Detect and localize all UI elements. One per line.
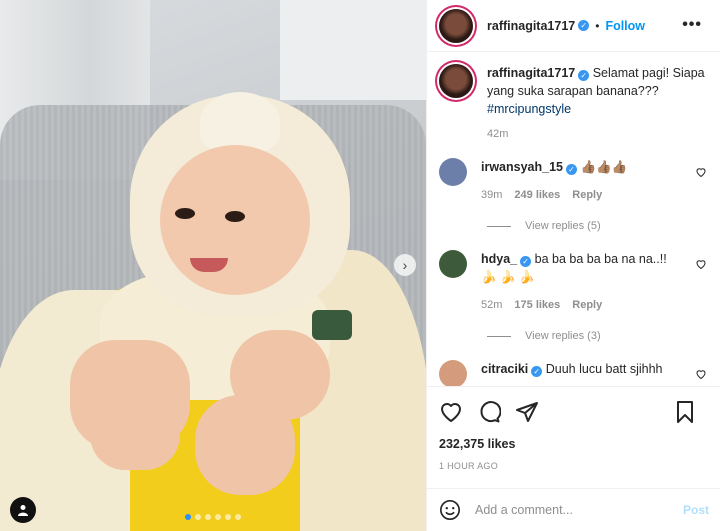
- post-header: raffinagita1717 ✓ • Follow •••: [427, 0, 720, 52]
- view-replies-button[interactable]: View replies (5): [487, 220, 709, 232]
- caption-text-block: raffinagita1717 ✓ Selamat pagi! Siapa yan…: [487, 64, 709, 118]
- baby-eye-left: [175, 208, 195, 219]
- comment-like-icon[interactable]: [695, 166, 707, 178]
- post-photo[interactable]: ›: [0, 0, 426, 531]
- verified-icon: ✓: [520, 256, 532, 267]
- commenter-username[interactable]: citraciki: [481, 362, 528, 376]
- bookmark-icon[interactable]: [673, 400, 697, 424]
- add-comment-bar: Post: [427, 488, 720, 531]
- commenter-avatar[interactable]: [439, 360, 467, 386]
- more-options-icon[interactable]: •••: [682, 16, 702, 34]
- comment-icon[interactable]: [477, 400, 501, 424]
- comment-likes[interactable]: 175 likes: [514, 296, 560, 314]
- baby-eye-right: [225, 211, 245, 222]
- comment-item: citraciki ✓ Duuh lucu batt sjihhh: [439, 360, 709, 386]
- caption-time: 42m: [487, 128, 509, 140]
- verified-icon: ✓: [566, 164, 577, 175]
- caption-username[interactable]: raffinagita1717: [487, 66, 575, 80]
- like-count[interactable]: 232,375 likes: [439, 437, 709, 451]
- comment-like-icon[interactable]: [695, 368, 707, 380]
- view-replies-button[interactable]: View replies (3): [487, 330, 709, 342]
- carousel-dot: [195, 514, 201, 520]
- commenter-avatar[interactable]: [439, 158, 467, 186]
- post-comment-button[interactable]: Post: [683, 503, 709, 517]
- share-icon[interactable]: [515, 400, 539, 424]
- background-window: [280, 0, 426, 100]
- post-actions: 232,375 likes 1 HOUR AGO: [427, 386, 720, 471]
- comment-time: 52m: [481, 299, 503, 311]
- baby-arm-right: [230, 330, 330, 420]
- commenter-username[interactable]: irwansyah_15: [481, 160, 563, 174]
- caption-avatar[interactable]: [439, 64, 473, 98]
- comment-item: irwansyah_15 ✓ 👍🏽👍🏽👍🏽 39m 249 likes Reply: [439, 158, 709, 204]
- carousel-dot: [235, 514, 241, 520]
- comment-likes[interactable]: 249 likes: [514, 186, 560, 204]
- post-sidebar: raffinagita1717 ✓ • Follow ••• raffinagi…: [426, 0, 720, 531]
- carousel-dot: [225, 514, 231, 520]
- heart-icon[interactable]: [439, 400, 463, 424]
- header-separator: •: [595, 18, 600, 33]
- action-icons: [439, 387, 709, 437]
- carousel-dot: [215, 514, 221, 520]
- comment-like-icon[interactable]: [695, 258, 707, 270]
- carousel-dots: [0, 514, 426, 520]
- follow-button[interactable]: Follow: [605, 19, 645, 33]
- commenter-username[interactable]: hdya_: [481, 252, 517, 266]
- comments-list[interactable]: raffinagita1717 ✓ Selamat pagi! Siapa yan…: [427, 52, 720, 386]
- verified-icon: ✓: [531, 366, 543, 377]
- reply-button[interactable]: Reply: [572, 296, 602, 314]
- next-photo-button[interactable]: ›: [394, 254, 416, 276]
- carousel-dot: [185, 514, 191, 520]
- emoji-icon[interactable]: [439, 499, 461, 521]
- hashtag-link[interactable]: #mrcipungstyle: [487, 102, 571, 116]
- comment-text: 👍🏽👍🏽👍🏽: [580, 160, 628, 174]
- reply-button[interactable]: Reply: [572, 186, 602, 204]
- commenter-avatar[interactable]: [439, 250, 467, 278]
- banana-hood-tip: [200, 92, 280, 152]
- carousel-dot: [205, 514, 211, 520]
- green-shirt: [312, 310, 352, 340]
- comment-item: hdya_ ✓ ba ba ba ba ba na na..!! 🍌 🍌 🍌 52…: [439, 250, 709, 314]
- author-username[interactable]: raffinagita1717: [487, 19, 575, 33]
- verified-icon: ✓: [578, 20, 590, 31]
- author-avatar[interactable]: [439, 8, 473, 43]
- comment-meta: 52m 175 likes Reply: [481, 296, 681, 314]
- comment-meta: 39m 249 likes Reply: [481, 186, 681, 204]
- post-timestamp: 1 HOUR AGO: [439, 461, 499, 471]
- comment-time: 39m: [481, 189, 503, 201]
- comment-input[interactable]: [475, 503, 665, 517]
- baby-hand-left: [90, 400, 180, 470]
- comment-text: Duuh lucu batt sjihhh: [545, 362, 663, 376]
- verified-icon: ✓: [578, 70, 590, 81]
- chevron-right-icon: ›: [402, 257, 408, 273]
- caption: raffinagita1717 ✓ Selamat pagi! Siapa yan…: [439, 64, 709, 118]
